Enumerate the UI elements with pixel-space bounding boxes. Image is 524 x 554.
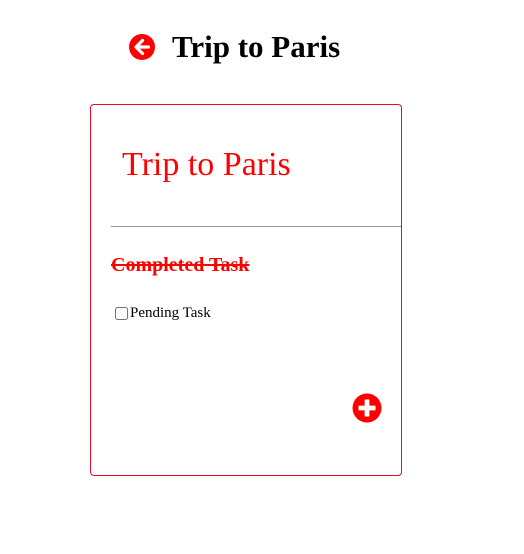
page-header: Trip to Paris [128, 28, 340, 66]
page: Trip to Paris Trip to Paris Completed Ta… [0, 0, 524, 554]
pending-task-checkbox[interactable] [115, 306, 128, 320]
pending-task-item[interactable]: Pending Task [115, 304, 211, 322]
card-title: Trip to Paris [122, 146, 291, 183]
task-list-card: Trip to Paris Completed Task Pending Tas… [90, 104, 402, 476]
completed-task-item[interactable]: Completed Task [111, 252, 249, 278]
back-button[interactable] [128, 33, 156, 61]
add-task-button[interactable] [352, 393, 382, 423]
card-divider [111, 226, 401, 227]
page-title: Trip to Paris [172, 29, 341, 64]
plus-circle-icon[interactable] [352, 393, 382, 423]
arrow-circle-left-icon[interactable] [128, 33, 156, 61]
pending-task-label: Pending Task [130, 305, 211, 321]
